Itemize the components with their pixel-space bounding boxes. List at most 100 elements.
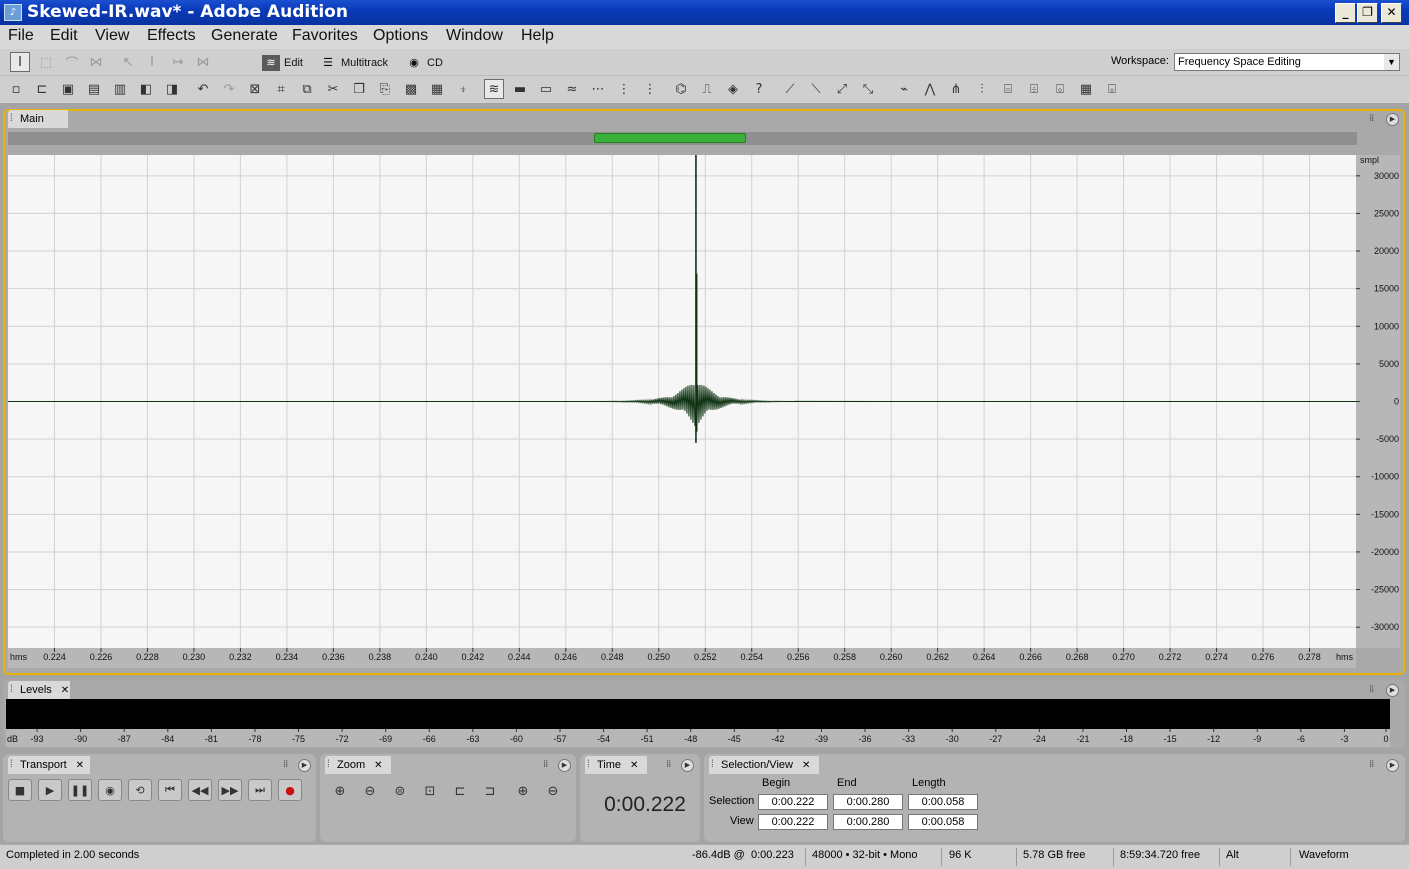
close-icon[interactable]: ✕ [61, 685, 69, 696]
lasso-tool-icon[interactable]: ⌒ [62, 52, 82, 72]
panel-grip-icon[interactable]: ⁞ [10, 756, 13, 774]
zoom-in-horizontal-icon[interactable]: ⊕ [329, 780, 351, 802]
panel-grip-icon[interactable]: ⁞⁞ [666, 759, 671, 770]
zoom-in-vertical-icon[interactable]: ⊕ [512, 780, 534, 802]
hybrid-tool-icon[interactable]: ⋈ [193, 52, 213, 72]
time-selection-alt-icon[interactable]: I [142, 52, 162, 72]
save-as-icon[interactable]: ▤ [84, 79, 104, 99]
menu-window[interactable]: Window [446, 27, 503, 45]
view-end-field[interactable]: 0:00.280 [833, 814, 903, 830]
panel-grip-icon[interactable]: ⁞ [10, 681, 13, 699]
stop-button[interactable]: ■ [8, 779, 32, 801]
panel-menu-icon[interactable]: ▶ [1386, 759, 1399, 772]
close-icon[interactable]: ✕ [802, 760, 810, 771]
time-selection-tool-icon[interactable]: I [10, 52, 30, 72]
selection-end-field[interactable]: 0:00.280 [833, 794, 903, 810]
spectral-pan-icon[interactable]: ▭ [536, 79, 556, 99]
panel-grip-icon[interactable]: ⁞ [10, 110, 13, 128]
tab-main[interactable]: ⁞ Main [8, 110, 68, 128]
save-selection-icon[interactable]: ▥ [110, 79, 130, 99]
normalize-icon[interactable]: ⤡ [858, 79, 878, 99]
loop-button[interactable]: ⟲ [128, 779, 152, 801]
zoom-out-full-icon[interactable]: ⊜ [389, 780, 411, 802]
spectral-pitch-icon[interactable]: ⋯ [588, 79, 608, 99]
menu-edit[interactable]: Edit [50, 27, 78, 45]
rewind-button[interactable]: ◀◀ [188, 779, 212, 801]
menu-effects[interactable]: Effects [147, 27, 196, 45]
save-icon[interactable]: ▣ [58, 79, 78, 99]
close-icon[interactable]: ✕ [76, 760, 84, 771]
filter-icon[interactable]: ⫶ [972, 79, 992, 99]
panel-grip-icon[interactable]: ⁞⁞ [1369, 759, 1374, 770]
minimize-button[interactable]: _ [1335, 3, 1356, 23]
tab-time[interactable]: ⁞ Time ✕ [585, 756, 647, 774]
marquee-tool-icon[interactable]: ⬚ [36, 52, 56, 72]
tab-selection-view[interactable]: ⁞ Selection/View ✕ [709, 756, 819, 774]
graphic-eq-icon[interactable]: ⋀ [920, 79, 940, 99]
scrub-tool-icon[interactable]: ↦ [168, 52, 188, 72]
panel-menu-icon[interactable]: ▶ [681, 759, 694, 772]
menu-view[interactable]: View [95, 27, 129, 45]
copy-icon[interactable]: ❐ [349, 79, 369, 99]
delay-icon[interactable]: ⌸ [998, 79, 1018, 99]
panel-grip-icon[interactable]: ⁞⁞ [1369, 113, 1374, 124]
play-to-end-button[interactable]: ◉ [98, 779, 122, 801]
undo-icon[interactable]: ↶ [193, 79, 213, 99]
zoom-to-right-edge-icon[interactable]: ⊐ [479, 780, 501, 802]
snap-to-cues-icon[interactable]: ⋮ [640, 79, 660, 99]
overview-visible-range[interactable] [593, 133, 747, 143]
panel-menu-icon[interactable]: ▶ [1386, 684, 1399, 697]
adjust-sample-rate-icon[interactable]: ⍖ [453, 79, 473, 99]
pause-button[interactable]: ❚❚ [68, 779, 92, 801]
close-file-icon[interactable]: ◧ [136, 79, 156, 99]
close-icon[interactable]: ✕ [374, 760, 382, 771]
restore-button[interactable]: ❐ [1357, 3, 1378, 23]
find-beats-icon[interactable]: ⌬ [671, 79, 691, 99]
panel-menu-icon[interactable]: ▶ [1386, 113, 1399, 126]
cd-view-button[interactable]: ◉ CD [405, 53, 443, 73]
edit-view-button[interactable]: ≋ Edit [262, 53, 303, 73]
tab-levels[interactable]: ⁞ Levels ✕ [8, 681, 70, 699]
envelope-icon[interactable]: ⟋ [780, 79, 800, 99]
menu-generate[interactable]: Generate [211, 27, 278, 45]
panel-menu-icon[interactable]: ▶ [298, 759, 311, 772]
time-ruler[interactable]: hms hms 0.224 0.226 0.228 0.230 0.232 0.234 0.23… [8, 648, 1356, 668]
zoom-out-vertical-icon[interactable]: ⊖ [542, 780, 564, 802]
noise-reduction-icon[interactable]: ⌁ [894, 79, 914, 99]
go-to-end-button[interactable]: ⏭ [248, 779, 272, 801]
zoom-out-horizontal-icon[interactable]: ⊖ [359, 780, 381, 802]
view-length-field[interactable]: 0:00.058 [908, 814, 978, 830]
mix-paste-icon[interactable]: ▩ [401, 79, 421, 99]
panel-grip-icon[interactable]: ⁞ [587, 756, 590, 774]
redo-icon[interactable]: ↷ [219, 79, 239, 99]
zero-crossings-icon[interactable]: ⎍ [697, 79, 717, 99]
waveform-view-icon[interactable]: ≋ [484, 79, 504, 99]
spectral-phase-icon[interactable]: ≈ [562, 79, 582, 99]
new-file-icon[interactable]: ▫ [6, 79, 26, 99]
view-begin-field[interactable]: 0:00.222 [758, 814, 828, 830]
tab-transport[interactable]: ⁞ Transport ✕ [8, 756, 90, 774]
panel-grip-icon[interactable]: ⁞ [711, 756, 714, 774]
crop-icon[interactable]: ⌗ [271, 79, 291, 99]
snap-to-ruler-icon[interactable]: ⋮ [614, 79, 634, 99]
amplify-icon[interactable]: ⤢ [832, 79, 852, 99]
menu-help[interactable]: Help [521, 27, 554, 45]
cut-icon[interactable]: ✂ [323, 79, 343, 99]
panel-grip-icon[interactable]: ⁞⁞ [283, 759, 288, 770]
panel-grip-icon[interactable]: ⁞⁞ [1369, 684, 1374, 695]
multitrack-view-button[interactable]: ☰ Multitrack [319, 53, 388, 73]
zoom-to-left-edge-icon[interactable]: ⊏ [449, 780, 471, 802]
copy-to-new-icon[interactable]: ⧉ [297, 79, 317, 99]
convert-sample-type-icon[interactable]: ▦ [427, 79, 447, 99]
selection-length-field[interactable]: 0:00.058 [908, 794, 978, 810]
app-icon[interactable]: ♪ [4, 4, 22, 21]
waveform-display[interactable] [8, 153, 1357, 648]
fade-icon[interactable]: ⟍ [806, 79, 826, 99]
menu-options[interactable]: Options [373, 27, 428, 45]
panel-menu-icon[interactable]: ▶ [558, 759, 571, 772]
fast-forward-button[interactable]: ▶▶ [218, 779, 242, 801]
zoom-to-selection-icon[interactable]: ⊡ [419, 780, 441, 802]
move-tool-icon[interactable]: ↖ [118, 52, 138, 72]
close-icon[interactable]: ✕ [630, 760, 638, 771]
panel-grip-icon[interactable]: ⁞ [327, 756, 330, 774]
